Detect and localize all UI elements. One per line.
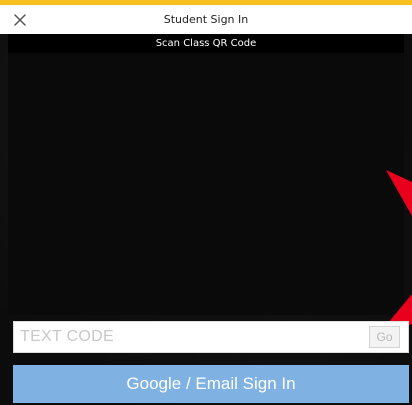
close-button[interactable] — [10, 10, 30, 30]
class-code-input[interactable] — [14, 322, 354, 352]
go-button[interactable]: Go — [369, 326, 400, 348]
page-title: Student Sign In — [163, 13, 249, 26]
close-icon — [14, 14, 26, 26]
scan-instruction-banner: Scan Class QR Code — [8, 34, 404, 53]
google-email-sign-in-button[interactable]: Google / Email Sign In — [13, 365, 409, 403]
header-bar: Student Sign In — [0, 5, 412, 34]
class-code-entry: Go — [13, 321, 409, 353]
student-sign-in-screen: Student Sign In Scan Class QR Code Go Go… — [0, 0, 412, 405]
camera-preview — [8, 53, 404, 315]
